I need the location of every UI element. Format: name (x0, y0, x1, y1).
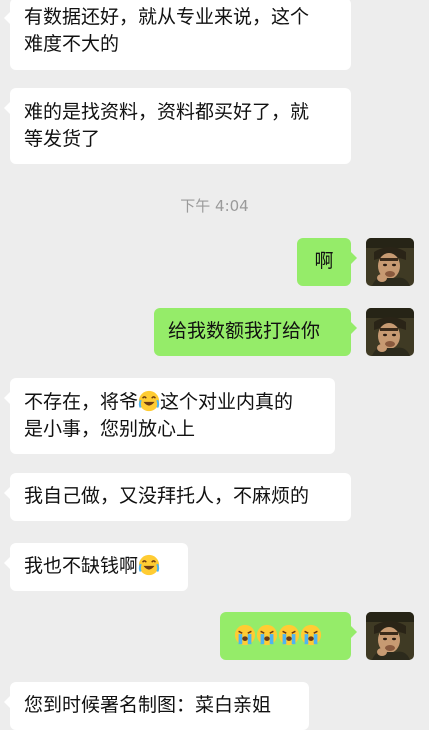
incoming-message[interactable]: 有数据还好，就从专业来说，这个 难度不大的 (4, 0, 351, 70)
user-avatar[interactable] (366, 612, 414, 660)
incoming-message[interactable]: 不存在，将爷 这个对业内真的 是小事，您别放心上 (4, 378, 335, 454)
user-avatar[interactable] (366, 238, 414, 286)
avatar-photo-icon (366, 612, 414, 660)
user-avatar[interactable] (366, 308, 414, 356)
message-text: 我也不缺钱啊 (24, 555, 139, 577)
outgoing-message[interactable]: 啊 (297, 238, 357, 286)
crying-emoji-icon (234, 624, 256, 646)
crying-emoji-icon (256, 624, 278, 646)
message-text: 不存在，将爷 (24, 391, 139, 413)
message-text: 难的是找资料，资料都买好了，就 (24, 101, 310, 123)
message-timestamp: 下午 4:04 (180, 197, 249, 215)
message-text: 啊 (314, 250, 334, 272)
crying-emoji-icon (300, 624, 322, 646)
avatar-photo-icon (366, 238, 414, 286)
chat-message-list[interactable]: 有数据还好，就从专业来说，这个 难度不大的 难的是找资料，资料都买好了，就 等发… (0, 0, 429, 730)
message-text: 是小事，您别放心上 (24, 418, 196, 440)
incoming-message[interactable]: 难的是找资料，资料都买好了，就 等发货了 (4, 88, 351, 164)
incoming-message[interactable]: 我也不缺钱啊 (4, 543, 188, 591)
laughing-crying-emoji-icon (138, 390, 160, 412)
incoming-message[interactable]: 我自己做，又没拜托人，不麻烦的 (4, 473, 351, 521)
message-text: 这个对业内真的 (160, 391, 294, 413)
incoming-message[interactable]: 您到时候署名制图：菜白亲姐 (4, 682, 309, 730)
message-text: 您到时候署名制图：菜白亲姐 (24, 694, 272, 716)
outgoing-message[interactable]: 给我数额我打给你 (154, 308, 357, 356)
laughing-crying-emoji-icon (138, 554, 160, 576)
avatar-photo-icon (366, 308, 414, 356)
crying-emoji-icon (278, 624, 300, 646)
message-text: 难度不大的 (24, 33, 120, 55)
message-text: 给我数额我打给你 (168, 320, 321, 342)
message-text: 我自己做，又没拜托人，不麻烦的 (24, 485, 310, 507)
message-text: 有数据还好，就从专业来说，这个 (24, 6, 310, 28)
message-text: 等发货了 (24, 128, 101, 150)
outgoing-message[interactable] (220, 612, 357, 660)
